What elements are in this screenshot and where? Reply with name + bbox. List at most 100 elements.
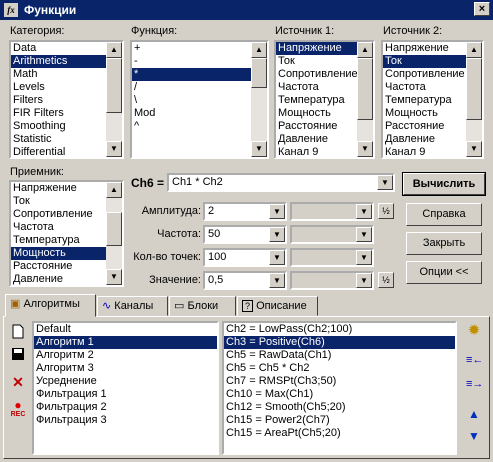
list-item[interactable]: Температура	[383, 94, 466, 107]
formula-combobox[interactable]: Ch1 * Ch2 ▼	[167, 173, 395, 192]
close-window-button[interactable]: ×	[474, 2, 490, 16]
list-item[interactable]: Фильтрация 3	[34, 414, 217, 427]
list-item[interactable]: Давление	[11, 273, 106, 285]
value-combobox[interactable]: 0,5 ▼	[203, 271, 287, 290]
list-item[interactable]: Ch3 = Positive(Ch6)	[224, 336, 455, 349]
move-up-icon[interactable]: ▲	[466, 406, 482, 422]
receiver-list[interactable]: Напряжение Ток Сопротивление Частота Темпера…	[9, 180, 124, 287]
help-button[interactable]: Справка	[406, 203, 482, 226]
list-item[interactable]: Default	[34, 323, 217, 336]
formula-dropdown-icon[interactable]: ▼	[377, 175, 393, 190]
scroll-down-icon[interactable]: ▼	[106, 269, 122, 285]
list-item[interactable]: Расстояние	[276, 120, 357, 133]
source1-list[interactable]: Напряжение Ток Сопротивление Частота Темпера…	[274, 40, 375, 159]
gear-icon[interactable]: ✹	[466, 323, 482, 339]
list-item[interactable]: Ch2 = LowPass(Ch2;100)	[224, 323, 455, 336]
scroll-up-icon[interactable]: ▲	[106, 182, 122, 198]
list-item[interactable]: Сопротивление	[276, 68, 357, 81]
move-down-icon[interactable]: ▼	[466, 428, 482, 444]
function-list[interactable]: + - * / \ Mod ^ ▲ ▼	[130, 40, 269, 159]
tab-blocks[interactable]: ▭ Блоки	[169, 296, 236, 316]
list-item[interactable]: Ch15 = AreaPt(Ch5;20)	[224, 427, 455, 440]
tab-algorithms[interactable]: ▣ Алгоритмы	[5, 294, 96, 317]
scrollbar[interactable]: ▲ ▼	[466, 42, 482, 157]
points-dropdown-icon[interactable]: ▼	[269, 250, 285, 265]
list-item[interactable]: Levels	[11, 81, 106, 94]
scroll-up-icon[interactable]: ▲	[251, 42, 267, 58]
amplitude-dropdown-icon[interactable]: ▼	[269, 204, 285, 219]
tab-description[interactable]: ? Описание	[237, 296, 318, 316]
scroll-down-icon[interactable]: ▼	[357, 141, 373, 157]
list-item[interactable]: Фильтрация 1	[34, 388, 217, 401]
points-combobox[interactable]: 100 ▼	[203, 248, 287, 267]
scroll-down-icon[interactable]: ▼	[251, 141, 267, 157]
list-item[interactable]: Сопротивление	[383, 68, 466, 81]
list-item[interactable]: Напряжение	[276, 42, 357, 55]
list-item[interactable]: Ch5 = Ch5 * Ch2	[224, 362, 455, 375]
scrollbar[interactable]: ▲ ▼	[106, 42, 122, 157]
list-item[interactable]: Алгоритм 1	[34, 336, 217, 349]
list-item[interactable]: Напряжение	[11, 182, 106, 195]
category-list[interactable]: Data Arithmetics Math Levels Filters FIR Filt…	[9, 40, 124, 159]
list-item[interactable]: Differential	[11, 146, 106, 157]
scrollbar[interactable]: ▲ ▼	[106, 182, 122, 285]
list-item[interactable]: Сопротивление	[11, 208, 106, 221]
tab-channels[interactable]: ∿ Каналы	[97, 296, 168, 316]
scroll-up-icon[interactable]: ▲	[106, 42, 122, 58]
list-item[interactable]: Усреднение	[34, 375, 217, 388]
list-item[interactable]: Алгоритм 3	[34, 362, 217, 375]
scroll-up-icon[interactable]: ▲	[466, 42, 482, 58]
list-item[interactable]: Расстояние	[383, 120, 466, 133]
calculate-button[interactable]: Вычислить	[402, 172, 486, 196]
list-item[interactable]: Math	[11, 68, 106, 81]
list-item[interactable]: Напряжение	[383, 42, 466, 55]
options-button[interactable]: Опции <<	[406, 261, 482, 284]
list-item[interactable]: Частота	[383, 81, 466, 94]
scroll-thumb[interactable]	[251, 58, 267, 88]
list-item[interactable]: Ch7 = RMSPt(Ch3;50)	[224, 375, 455, 388]
list-item[interactable]: Давление	[276, 133, 357, 146]
scrollbar[interactable]: ▲ ▼	[251, 42, 267, 157]
new-file-icon[interactable]	[10, 324, 26, 340]
list-item[interactable]: Ch12 = Smooth(Ch5;20)	[224, 401, 455, 414]
list-item[interactable]: Smoothing	[11, 120, 106, 133]
scrollbar[interactable]: ▲ ▼	[357, 42, 373, 157]
scroll-thumb[interactable]	[466, 58, 482, 120]
scroll-thumb[interactable]	[357, 58, 373, 120]
list-item[interactable]: Ch5 = RawData(Ch1)	[224, 349, 455, 362]
amplitude-scale-button[interactable]: ½	[378, 203, 394, 219]
list-item[interactable]: Ch10 = Max(Ch1)	[224, 388, 455, 401]
list-item[interactable]: Частота	[276, 81, 357, 94]
scroll-thumb[interactable]	[106, 212, 122, 246]
frequency-combobox[interactable]: 50 ▼	[203, 225, 287, 244]
list-item[interactable]: Температура	[11, 234, 106, 247]
delete-icon[interactable]: ✕	[10, 374, 26, 390]
list-item[interactable]: Частота	[11, 221, 106, 234]
close-button[interactable]: Закрыть	[406, 232, 482, 255]
list-item[interactable]: FIR Filters	[11, 107, 106, 120]
list-item[interactable]: \	[132, 94, 251, 107]
list-item[interactable]: Алгоритм 2	[34, 349, 217, 362]
source2-list[interactable]: Напряжение Ток Сопротивление Частота Темпера…	[381, 40, 484, 159]
scroll-thumb[interactable]	[106, 58, 122, 113]
list-item[interactable]: +	[132, 42, 251, 55]
value-scale-button[interactable]: ½	[378, 272, 394, 288]
list-item[interactable]: Давление	[383, 133, 466, 146]
list-item[interactable]: Мощность	[11, 247, 106, 260]
list-item[interactable]: ^	[132, 120, 251, 133]
list-item[interactable]: Расстояние	[11, 260, 106, 273]
list-item[interactable]: Filters	[11, 94, 106, 107]
algorithms-list[interactable]: Default Алгоритм 1 Алгоритм 2 Алгоритм 3 Уср…	[32, 321, 219, 455]
insert-before-icon[interactable]: ≡←	[466, 352, 483, 368]
amplitude-combobox[interactable]: 2 ▼	[203, 202, 287, 221]
record-icon[interactable]: ● REC	[8, 399, 28, 424]
list-item[interactable]: Фильтрация 2	[34, 401, 217, 414]
list-item[interactable]: Ток	[276, 55, 357, 68]
list-item[interactable]: Ток	[11, 195, 106, 208]
list-item[interactable]: /	[132, 81, 251, 94]
scroll-down-icon[interactable]: ▼	[106, 141, 122, 157]
list-item[interactable]: Мощность	[383, 107, 466, 120]
list-item[interactable]: -	[132, 55, 251, 68]
list-item[interactable]: Arithmetics	[11, 55, 106, 68]
list-item[interactable]: *	[132, 68, 251, 81]
